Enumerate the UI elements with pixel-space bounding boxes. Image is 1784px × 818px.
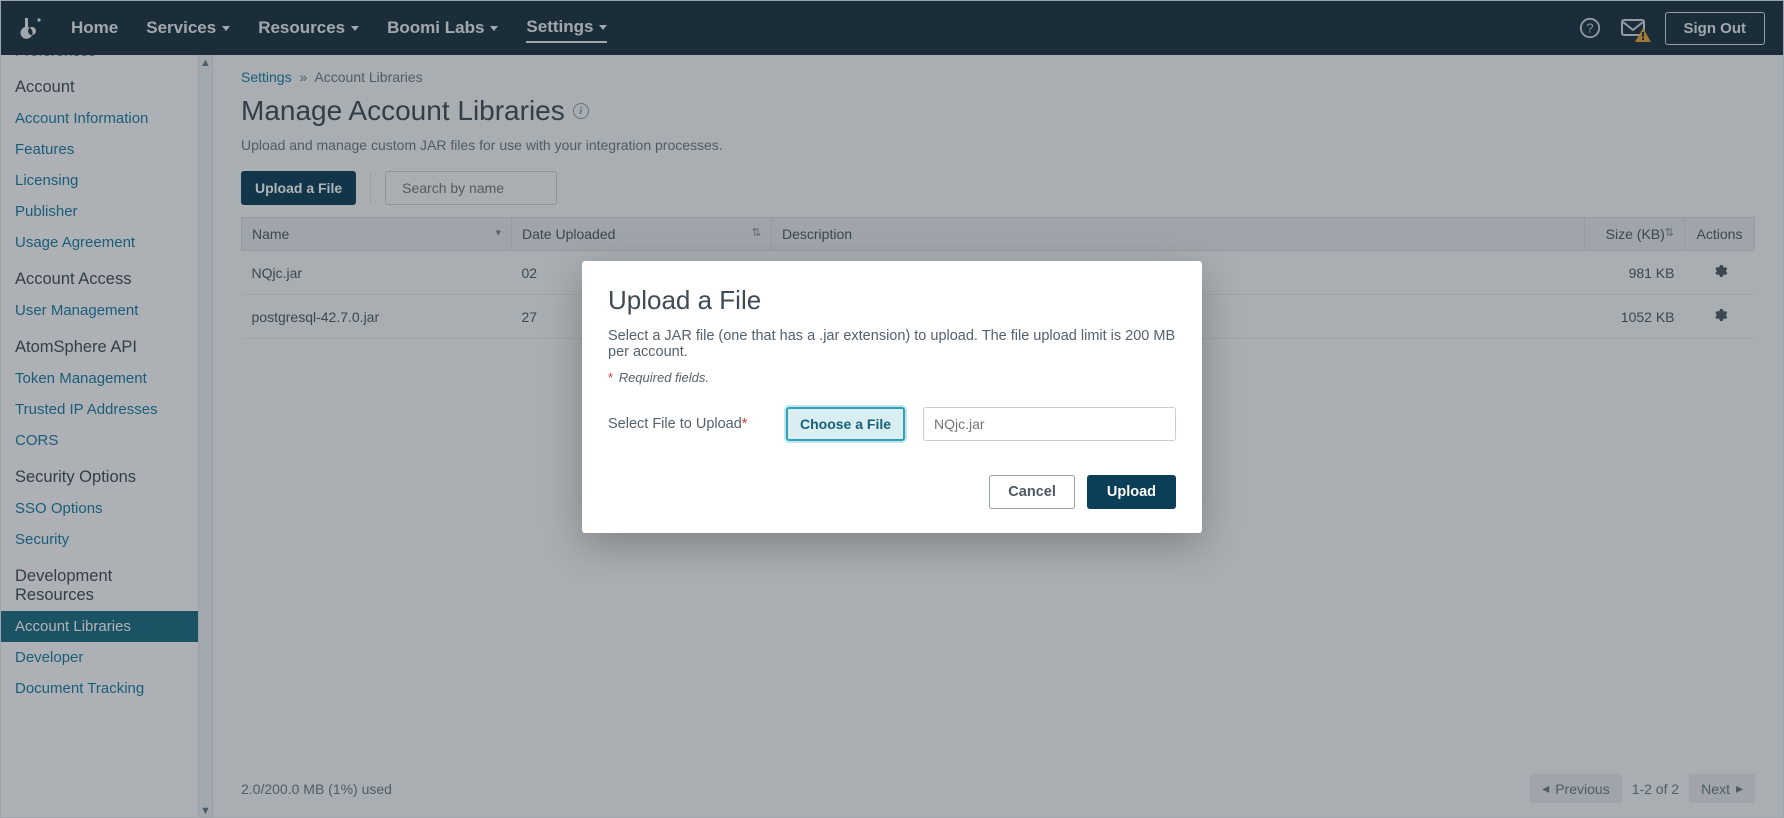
cancel-button[interactable]: Cancel: [989, 475, 1075, 509]
choose-file-button[interactable]: Choose a File: [786, 407, 905, 441]
upload-modal: Upload a File Select a JAR file (one tha…: [582, 261, 1202, 533]
file-select-row: Select File to Upload* Choose a File: [608, 407, 1176, 441]
selected-file-field[interactable]: [923, 407, 1176, 441]
modal-description: Select a JAR file (one that has a .jar e…: [608, 328, 1176, 360]
file-select-label: Select File to Upload*: [608, 416, 768, 432]
modal-required-note: * Required fields.: [608, 370, 1176, 385]
modal-overlay[interactable]: Upload a File Select a JAR file (one tha…: [1, 1, 1783, 817]
modal-actions: Cancel Upload: [608, 475, 1176, 509]
modal-required-text: Required fields.: [619, 370, 709, 385]
upload-button[interactable]: Upload: [1087, 475, 1176, 509]
modal-title: Upload a File: [608, 285, 1176, 316]
